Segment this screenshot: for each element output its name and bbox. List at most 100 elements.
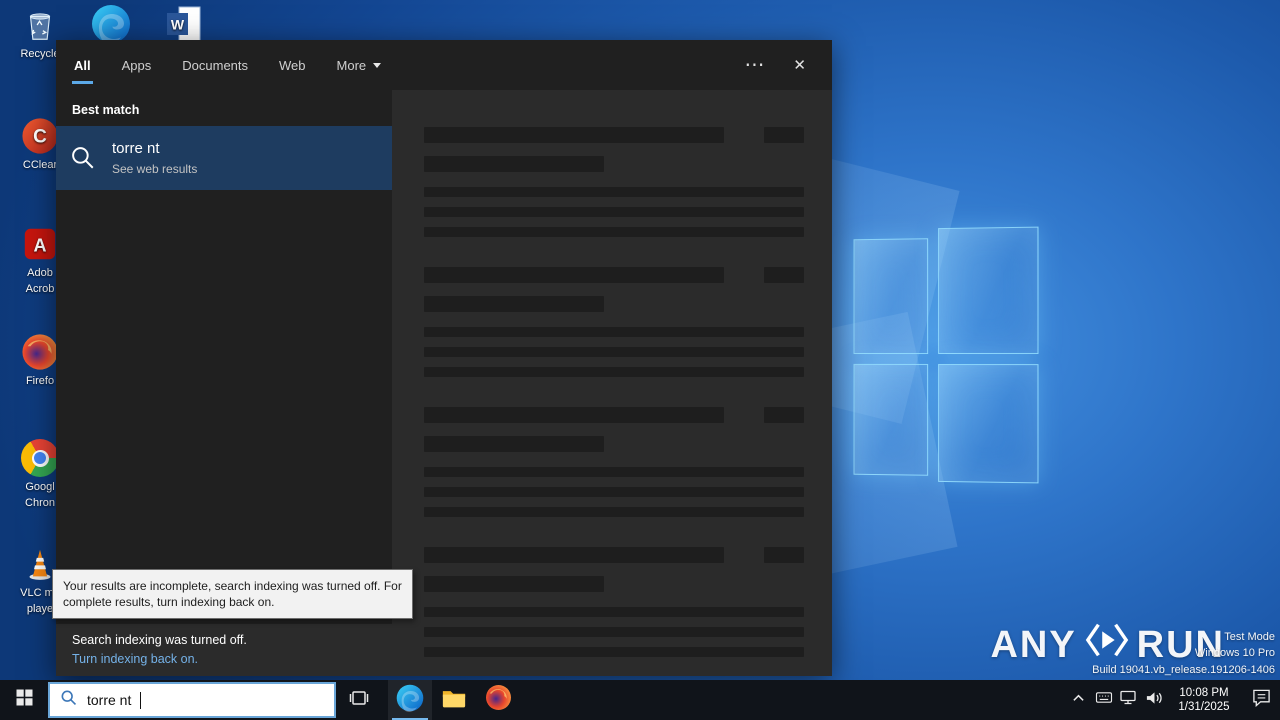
best-match-heading: Best match [72,103,140,117]
skeleton-bar [764,547,804,563]
network-button[interactable] [1116,680,1141,720]
taskbar-file-explorer-button[interactable] [432,680,476,720]
skeleton-bar [424,547,724,563]
anyrun-brand-any: ANY [990,623,1077,666]
desktop-icon-label: playe [26,603,54,615]
action-center-button[interactable] [1242,680,1280,720]
result-subtitle: See web results [112,162,198,176]
keyboard-icon [1095,690,1113,710]
windows-logo-pane [938,226,1039,355]
indexing-status-bar: Search indexing was turned off. Turn ind… [56,624,392,676]
skeleton-bar [424,367,804,377]
network-icon [1120,690,1137,710]
skeleton-bar [424,576,604,592]
watermark-edition: Windows 10 Pro [1194,647,1275,659]
clock-time: 10:08 PM [1179,687,1229,699]
task-view-button[interactable] [336,680,382,720]
windows-logo-pane [853,363,929,476]
skeleton-bar [424,267,724,283]
search-icon [68,145,98,171]
skeleton-bar [424,187,804,197]
desktop-icon-label: Googl [25,481,55,493]
indexing-tooltip: Your results are incomplete, search inde… [52,569,413,619]
preview-pane [392,90,832,676]
best-match-result[interactable]: torre nt See web results [56,126,392,190]
edge-icon [91,4,131,44]
system-watermark-info: Test Mode Windows 10 Pro Build 19041.vb_… [1092,629,1275,679]
skeleton-bar [424,647,804,657]
word-icon: W [164,4,204,44]
taskbar-search-input[interactable]: torre nt [48,682,336,718]
skeleton-bar [424,467,804,477]
search-query-text: torre nt [87,692,132,708]
search-panel-header: All Apps Documents Web More ⋯ ✕ [56,40,832,90]
skeleton-bar [764,267,804,283]
volume-button[interactable] [1141,680,1166,720]
touch-keyboard-button[interactable] [1091,680,1116,720]
watermark-build: Build 19041.vb_release.191206-1406 [1092,663,1275,676]
desktop-icon-label: Firefo [25,375,55,387]
system-tray: 10:08 PM 1/31/2025 [1066,680,1280,720]
firefox-icon [20,332,60,372]
windows-logo-pane [938,363,1039,484]
action-center-icon [1252,688,1271,712]
desktop-icon-label: Chron [25,497,55,509]
skeleton-bar [424,407,724,423]
skeleton-bar [424,347,804,357]
skeleton-bar [424,487,804,497]
skeleton-bar [424,436,604,452]
windows-start-icon [16,689,33,711]
result-title: torre nt [112,140,160,157]
chevron-down-icon [373,62,382,68]
search-flyout-panel: All Apps Documents Web More ⋯ ✕ Best mat… [52,40,832,676]
skeleton-bar [424,627,804,637]
desktop-icon-label: Adob [27,267,53,279]
skeleton-bar [424,296,604,312]
taskbar: torre nt 10:08 PM 1/31/2025 [0,680,1280,720]
skeleton-group [424,267,804,377]
search-icon [60,689,78,712]
tab-web[interactable]: Web [277,42,308,89]
svg-text:A: A [33,236,46,256]
start-button[interactable] [0,680,48,720]
turn-indexing-on-link[interactable]: Turn indexing back on. [72,652,376,666]
svg-text:C: C [33,127,47,148]
skeleton-bar [424,607,804,617]
taskbar-firefox-button[interactable] [476,680,520,720]
watermark-test-mode: Test Mode [1224,630,1275,643]
indexing-notice: Search indexing was turned off. [72,633,247,647]
windows-logo [853,226,1039,484]
skeleton-bar [424,227,804,237]
skeleton-group [424,127,804,237]
tab-apps[interactable]: Apps [120,42,154,89]
tab-documents[interactable]: Documents [180,42,250,89]
taskbar-clock[interactable]: 10:08 PM 1/31/2025 [1166,686,1242,714]
close-button[interactable]: ✕ [793,56,806,74]
desktop-icon-word[interactable]: W [146,4,222,44]
skeleton-bar [764,127,804,143]
desktop-icon-label: Acrob [25,283,55,295]
skeleton-bar [424,327,804,337]
more-options-button[interactable]: ⋯ [744,55,765,75]
chrome-icon [20,438,60,478]
hidden-icons-button[interactable] [1066,680,1091,720]
text-cursor [140,691,142,709]
skeleton-bar [424,207,804,217]
tab-all[interactable]: All [72,42,93,89]
skeleton-bar [764,407,804,423]
desktop-icon-label: CClear [22,159,58,171]
desktop-icon-edge[interactable] [73,4,149,44]
taskbar-edge-button[interactable] [388,680,432,720]
ccleaner-icon: C [20,116,60,156]
skeleton-group [424,547,804,657]
speaker-icon [1145,690,1163,711]
windows-logo-pane [853,238,929,355]
tab-more[interactable]: More [335,42,384,89]
edge-icon [396,684,424,717]
skeleton-group [424,407,804,517]
svg-text:W: W [171,17,185,33]
firefox-icon [485,684,512,716]
skeleton-bar [424,507,804,517]
acrobat-icon: A [20,224,60,264]
chevron-up-icon [1072,691,1085,709]
